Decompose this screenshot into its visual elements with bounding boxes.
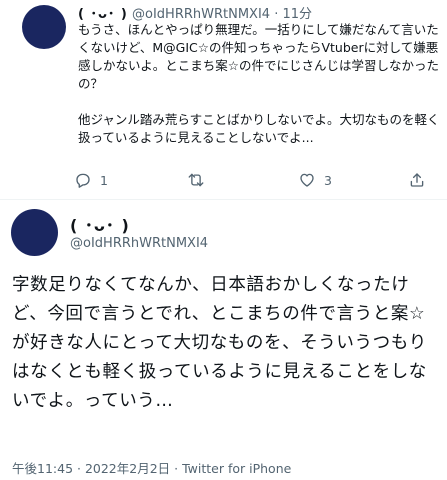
reply-avatar[interactable] bbox=[22, 5, 66, 49]
like-button[interactable]: 3 bbox=[298, 171, 332, 189]
reply-header: ( ･ᴗ･ ) @oIdHRRhWRtNMXI4 · 11分 bbox=[78, 3, 312, 22]
reply-separator: · bbox=[274, 7, 279, 22]
reply-count: 1 bbox=[100, 172, 108, 188]
main-handle[interactable]: @oIdHRRhWRtNMXI4 bbox=[70, 236, 208, 251]
retweet-button[interactable] bbox=[187, 171, 213, 189]
tweet-divider bbox=[0, 199, 447, 200]
reply-display-name[interactable]: ( ･ᴗ･ ) bbox=[78, 7, 128, 22]
reply-handle[interactable]: @oIdHRRhWRtNMXI4 bbox=[132, 7, 270, 22]
main-display-name[interactable]: ( ･ᴗ･ ) bbox=[70, 212, 130, 236]
reply-time[interactable]: 11分 bbox=[283, 7, 313, 22]
share-button[interactable] bbox=[408, 171, 426, 189]
tweet-timestamp[interactable]: 午後11:45 · 2022年2月2日 · bbox=[12, 461, 182, 476]
reply-paragraph-1: もうさ、ほんとやっぱり無理だ。一括りにして嫌だなんて言いたくないけど、M@GIC… bbox=[78, 22, 439, 91]
like-count: 3 bbox=[324, 172, 332, 188]
reply-icon bbox=[76, 173, 90, 188]
main-avatar[interactable] bbox=[11, 209, 58, 256]
reply-button[interactable]: 1 bbox=[74, 171, 108, 189]
retweet-icon bbox=[188, 173, 204, 187]
tweet-source[interactable]: Twitter for iPhone bbox=[182, 461, 291, 476]
reply-action-bar: 1 3 bbox=[66, 171, 436, 193]
reply-body: もうさ、ほんとやっぱり無理だ。一括りにして嫌だなんて言いたくないけど、M@GIC… bbox=[78, 21, 440, 147]
share-icon bbox=[410, 173, 424, 187]
tweet-meta: 午後11:45 · 2022年2月2日 · Twitter for iPhone bbox=[12, 458, 291, 477]
reply-paragraph-2: 他ジャンル踏み荒らすことばかりしないでよ。大切なものを軽く扱っているように見える… bbox=[78, 112, 440, 145]
main-tweet-text: 字数足りなくてなんか、日本語おかしくなったけど、今回で言うとでれ、とこまちの件で… bbox=[12, 275, 427, 411]
like-icon bbox=[300, 173, 314, 187]
